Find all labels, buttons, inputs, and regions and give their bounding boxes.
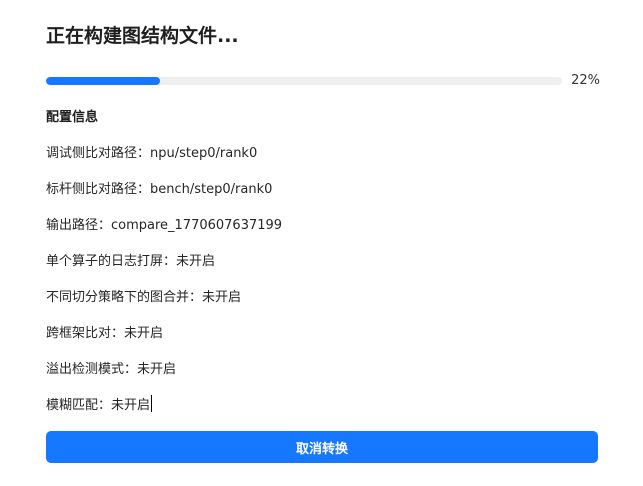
config-graph-merge: 不同切分策略下的图合并：未开启 bbox=[46, 290, 242, 305]
config-section-title: 配置信息 bbox=[46, 110, 99, 125]
config-fuzzy-match-text: 模糊匹配：未开启 bbox=[46, 398, 151, 413]
config-info-list: 调试侧比对路径：npu/step0/rank0 标杆侧比对路径：bench/st… bbox=[46, 143, 598, 431]
progress-bar-fill bbox=[46, 77, 160, 85]
progress-percent: 22% bbox=[571, 73, 600, 88]
config-bench-path: 标杆侧比对路径：bench/step0/rank0 bbox=[46, 182, 273, 197]
progress-bar-track bbox=[46, 77, 562, 85]
config-cross-framework: 跨框架比对：未开启 bbox=[46, 326, 164, 341]
dialog-title: 正在构建图结构文件... bbox=[46, 25, 239, 47]
config-op-log-print: 单个算子的日志打屏：未开启 bbox=[46, 254, 216, 269]
config-debug-path: 调试侧比对路径：npu/step0/rank0 bbox=[46, 146, 258, 161]
config-output-path: 输出路径：compare_1770607637199 bbox=[46, 218, 283, 233]
progress-row: 22% bbox=[46, 73, 600, 88]
config-overflow-check: 溢出检测模式：未开启 bbox=[46, 362, 177, 377]
progress-dialog: 正在构建图结构文件... 22% 配置信息 调试侧比对路径：npu/step0/… bbox=[0, 0, 643, 486]
config-fuzzy-match: 模糊匹配：未开启 bbox=[46, 395, 598, 431]
text-cursor bbox=[151, 395, 153, 412]
cancel-convert-button[interactable]: 取消转换 bbox=[46, 431, 598, 463]
